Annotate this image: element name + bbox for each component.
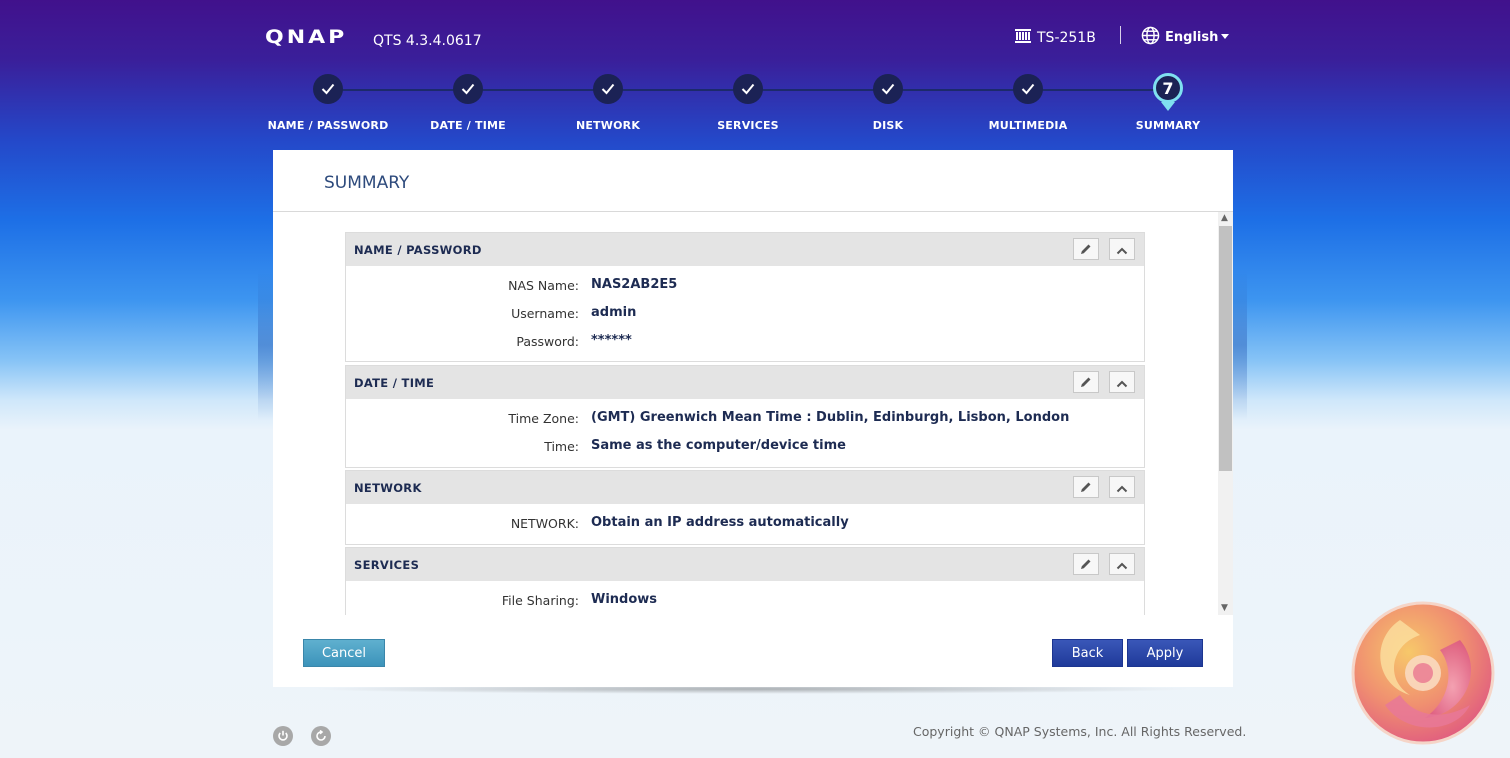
back-button[interactable]: Back	[1052, 639, 1123, 667]
chevron-up-icon	[1116, 478, 1128, 497]
check-icon	[873, 74, 903, 104]
collapse-button[interactable]	[1109, 371, 1135, 393]
edit-button[interactable]	[1073, 553, 1099, 575]
step-date-time[interactable]: DATE / TIME	[388, 74, 548, 132]
language-selector[interactable]: English	[1141, 26, 1218, 49]
section-header: NAME / PASSWORD	[346, 233, 1144, 266]
header-divider	[1120, 26, 1121, 44]
pencil-icon	[1080, 478, 1092, 497]
check-icon	[593, 74, 623, 104]
chevron-down-icon[interactable]	[1221, 34, 1229, 39]
section-services: SERVICES File Sharing: Windows	[345, 547, 1145, 615]
step-name-password[interactable]: NAME / PASSWORD	[248, 74, 408, 132]
field-value: Windows	[591, 592, 658, 607]
restart-icon[interactable]	[311, 726, 331, 746]
section-title: NETWORK	[354, 481, 422, 495]
field-label: Password:	[516, 334, 579, 349]
page-title: SUMMARY	[324, 173, 410, 193]
section-date-time: DATE / TIME Time Zone: (GMT) Greenwich M…	[345, 365, 1145, 468]
os-version: QTS 4.3.4.0617	[373, 33, 482, 49]
step-label: NETWORK	[575, 119, 641, 132]
summary-scroll-area[interactable]: NAME / PASSWORD NAS Name: NAS2AB2E5 User…	[273, 212, 1233, 615]
summary-panel: SUMMARY NAME / PASSWORD NAS Name: NAS2AB…	[273, 150, 1233, 687]
section-header: SERVICES	[346, 548, 1144, 581]
globe-icon	[1141, 26, 1160, 49]
section-title: DATE / TIME	[354, 376, 435, 390]
section-name-password: NAME / PASSWORD NAS Name: NAS2AB2E5 User…	[345, 232, 1145, 362]
chevron-up-icon	[1116, 240, 1128, 259]
step-label: DISK	[872, 119, 904, 132]
chevron-up-icon	[1116, 373, 1128, 392]
collapse-button[interactable]	[1109, 553, 1135, 575]
field-value: ******	[591, 333, 632, 348]
scroll-down-icon[interactable]: ▼	[1221, 603, 1228, 613]
step-network[interactable]: NETWORK	[528, 74, 688, 132]
pencil-icon	[1080, 555, 1092, 574]
summary-row: Time: Same as the computer/device time	[346, 432, 1144, 460]
step-number: 7	[1162, 78, 1174, 98]
cancel-button[interactable]: Cancel	[303, 639, 385, 667]
step-number-badge: 7	[1153, 73, 1183, 103]
brand-watermark-logo	[1351, 601, 1495, 745]
pencil-icon	[1080, 373, 1092, 392]
check-icon	[453, 74, 483, 104]
device-name: TS-251B	[1037, 30, 1096, 46]
summary-row: NAS Name: NAS2AB2E5	[346, 271, 1144, 299]
language-label: English	[1165, 30, 1219, 45]
chevron-up-icon	[1116, 555, 1128, 574]
field-value: Same as the computer/device time	[591, 438, 846, 453]
device-model: TS-251B	[1014, 28, 1096, 48]
field-label: Time Zone:	[508, 411, 579, 426]
field-label: NETWORK:	[510, 516, 579, 531]
summary-row: NETWORK: Obtain an IP address automatica…	[346, 509, 1144, 537]
field-value: admin	[591, 305, 637, 320]
step-summary[interactable]: 7 SUMMARY	[1088, 73, 1248, 132]
collapse-button[interactable]	[1109, 238, 1135, 260]
section-network: NETWORK NETWORK: Obtain an IP address au…	[345, 470, 1145, 545]
section-header: NETWORK	[346, 471, 1144, 504]
summary-row: File Sharing: Windows	[346, 586, 1144, 614]
collapse-button[interactable]	[1109, 476, 1135, 498]
section-title: NAME / PASSWORD	[354, 243, 482, 257]
qnap-logo: QNAP	[265, 27, 348, 49]
field-value: (GMT) Greenwich Mean Time : Dublin, Edin…	[591, 410, 1070, 425]
field-label: File Sharing:	[501, 593, 579, 608]
vertical-scrollbar[interactable]: ▲ ▼	[1218, 212, 1233, 615]
step-multimedia[interactable]: MULTIMEDIA	[948, 74, 1108, 132]
power-icon[interactable]	[273, 726, 293, 746]
step-label: SERVICES	[717, 119, 779, 132]
pencil-icon	[1080, 240, 1092, 259]
edit-button[interactable]	[1073, 371, 1099, 393]
panel-glow-left	[258, 270, 274, 420]
step-label: MULTIMEDIA	[988, 119, 1068, 132]
edit-button[interactable]	[1073, 238, 1099, 260]
step-disk[interactable]: DISK	[808, 74, 968, 132]
summary-row: Username: admin	[346, 299, 1144, 327]
field-value: NAS2AB2E5	[591, 277, 678, 292]
nas-device-icon	[1014, 28, 1032, 48]
panel-glow-right	[1233, 270, 1247, 420]
copyright-text: Copyright © QNAP Systems, Inc. All Right…	[913, 724, 1247, 739]
field-value: Obtain an IP address automatically	[591, 515, 849, 530]
step-label: SUMMARY	[1135, 119, 1201, 132]
check-icon	[313, 74, 343, 104]
current-step-pointer	[1161, 102, 1175, 111]
summary-row: Password: ******	[346, 327, 1144, 355]
scrollbar-thumb[interactable]	[1219, 226, 1232, 471]
summary-row: Time Zone: (GMT) Greenwich Mean Time : D…	[346, 404, 1144, 432]
field-label: Time:	[544, 439, 579, 454]
field-label: NAS Name:	[508, 278, 579, 293]
edit-button[interactable]	[1073, 476, 1099, 498]
step-services[interactable]: SERVICES	[668, 74, 828, 132]
step-label: DATE / TIME	[430, 119, 506, 132]
scroll-up-icon[interactable]: ▲	[1221, 213, 1228, 223]
check-icon	[733, 74, 763, 104]
section-title: SERVICES	[354, 558, 420, 572]
field-label: Username:	[511, 306, 579, 321]
step-label: NAME / PASSWORD	[267, 119, 389, 132]
check-icon	[1013, 74, 1043, 104]
apply-button[interactable]: Apply	[1127, 639, 1203, 667]
section-header: DATE / TIME	[346, 366, 1144, 399]
